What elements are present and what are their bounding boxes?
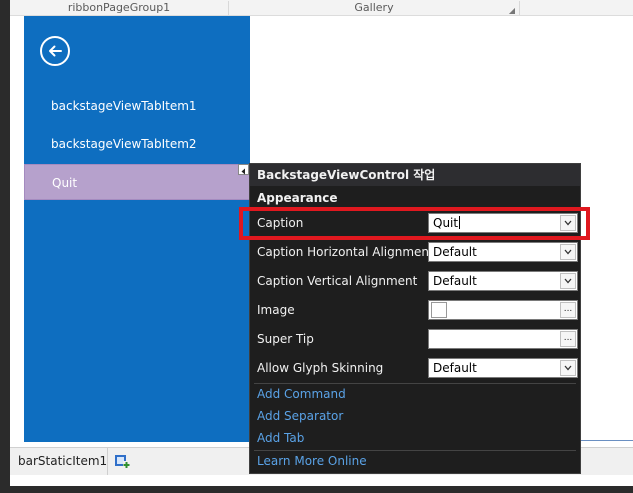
property-row-caption: Caption Quit bbox=[250, 211, 580, 235]
select-value: Default bbox=[433, 245, 477, 259]
image-picker[interactable]: ... bbox=[428, 300, 578, 320]
status-bar-static-item[interactable]: barStaticItem1 bbox=[10, 448, 108, 475]
smart-tag-collapse-button[interactable] bbox=[238, 164, 249, 175]
content-border bbox=[580, 440, 633, 441]
ribbon-group-strip: ribbonPageGroup1 Gallery ◢ bbox=[10, 0, 633, 16]
caption-horizontal-alignment-select[interactable]: Default bbox=[428, 242, 578, 262]
back-arrow-icon bbox=[49, 45, 62, 57]
property-row-caption-vertical-alignment: Caption Vertical Alignment Default bbox=[250, 269, 580, 293]
add-command-link[interactable]: Add Command bbox=[257, 385, 346, 403]
allow-glyph-skinning-select[interactable]: Default bbox=[428, 358, 578, 378]
add-item-icon bbox=[115, 455, 130, 468]
chevron-down-icon bbox=[564, 278, 572, 284]
panel-divider bbox=[254, 450, 576, 451]
image-browse-button[interactable]: ... bbox=[560, 302, 576, 318]
ribbon-page-group-1[interactable]: ribbonPageGroup1 bbox=[10, 1, 229, 15]
backstage-tab-item-2[interactable]: backstageViewTabItem2 bbox=[24, 126, 250, 162]
caption-dropdown-button[interactable] bbox=[560, 215, 576, 231]
appearance-section-title: Appearance bbox=[257, 191, 338, 205]
chevron-down-icon bbox=[564, 220, 572, 226]
property-row-caption-horizontal-alignment: Caption Horizontal Alignment Default bbox=[250, 240, 580, 264]
chevron-down-icon bbox=[564, 365, 572, 371]
dropdown-button[interactable] bbox=[560, 273, 576, 289]
back-button[interactable] bbox=[40, 36, 70, 66]
backstage-view-pane: backstageViewTabItem1 backstageViewTabIt… bbox=[24, 16, 250, 442]
caption-input[interactable]: Quit bbox=[428, 213, 578, 233]
tasks-panel-title: BackstageViewControl 작업 bbox=[250, 164, 580, 186]
super-tip-browse-button[interactable]: ... bbox=[560, 331, 576, 347]
super-tip-editor[interactable]: ... bbox=[428, 329, 578, 349]
property-label: Image bbox=[257, 303, 295, 317]
backstage-item-quit[interactable]: Quit bbox=[24, 164, 250, 200]
select-value: Default bbox=[433, 361, 477, 375]
chevron-down-icon bbox=[564, 249, 572, 255]
property-label: Caption Horizontal Alignment bbox=[257, 245, 434, 259]
triangle-left-icon bbox=[241, 168, 245, 175]
panel-divider bbox=[254, 383, 576, 384]
property-row-super-tip: Super Tip ... bbox=[250, 327, 580, 351]
learn-more-online-link[interactable]: Learn More Online bbox=[257, 452, 367, 470]
ribbon-gallery-group[interactable]: Gallery ◢ bbox=[229, 1, 520, 15]
caption-value: Quit bbox=[433, 216, 461, 230]
backstage-tab-item-1[interactable]: backstageViewTabItem1 bbox=[24, 88, 250, 124]
property-row-image: Image ... bbox=[250, 298, 580, 322]
property-label: Caption bbox=[257, 216, 304, 230]
dropdown-button[interactable] bbox=[560, 360, 576, 376]
ribbon-gallery-label: Gallery bbox=[354, 1, 394, 14]
property-label: Allow Glyph Skinning bbox=[257, 361, 384, 375]
add-status-item-button[interactable] bbox=[114, 453, 130, 469]
smart-tag-tasks-panel: BackstageViewControl 작업 Appearance Capti… bbox=[249, 163, 581, 474]
add-separator-link[interactable]: Add Separator bbox=[257, 407, 343, 425]
ribbon-page-group-1-label: ribbonPageGroup1 bbox=[67, 1, 171, 14]
property-label: Caption Vertical Alignment bbox=[257, 274, 418, 288]
add-tab-link[interactable]: Add Tab bbox=[257, 429, 304, 447]
caption-vertical-alignment-select[interactable]: Default bbox=[428, 271, 578, 291]
property-row-allow-glyph-skinning: Allow Glyph Skinning Default bbox=[250, 356, 580, 380]
dropdown-button[interactable] bbox=[560, 244, 576, 260]
image-preview-swatch bbox=[431, 302, 447, 318]
property-label: Super Tip bbox=[257, 332, 314, 346]
select-value: Default bbox=[433, 274, 477, 288]
